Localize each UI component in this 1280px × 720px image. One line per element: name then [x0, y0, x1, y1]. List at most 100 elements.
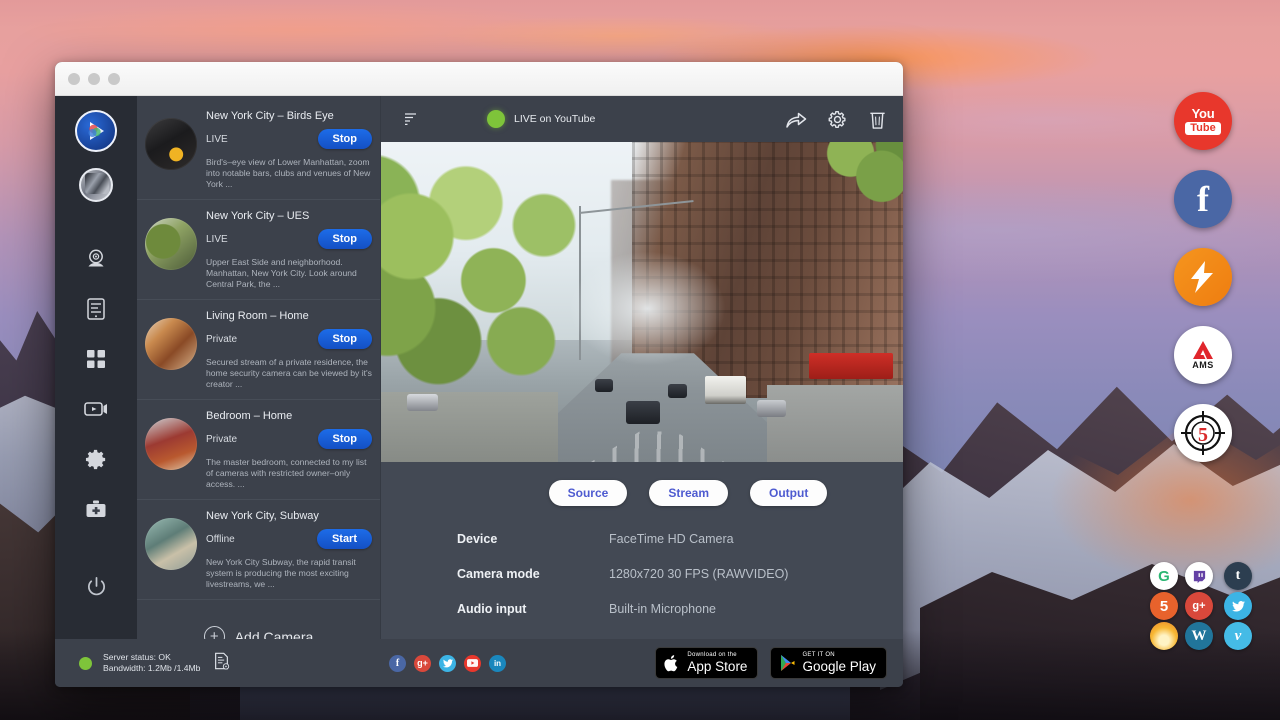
settings-button[interactable] [827, 109, 848, 130]
twitter-bird-icon [443, 659, 453, 668]
youtube-word-tube: Tube [1185, 122, 1220, 135]
camera-toggle-button[interactable]: Stop [318, 329, 372, 349]
desktop-social-tumblr[interactable]: t [1224, 562, 1252, 590]
window-titlebar[interactable] [55, 62, 903, 96]
video-player-icon [83, 399, 109, 419]
desktop-social-cluster: G t 5 g+ W v [1150, 562, 1254, 650]
camera-list-item[interactable]: Bedroom – Home Private Stop The master b… [137, 400, 380, 500]
footer-social-googleplus[interactable]: g+ [414, 655, 431, 672]
footer-social-youtube[interactable] [464, 655, 481, 672]
delete-button[interactable] [868, 109, 887, 130]
desktop-social-googleplus[interactable]: g+ [1185, 592, 1213, 620]
add-camera-button[interactable]: + Add Camera [137, 600, 380, 639]
camera-state: Private [206, 434, 237, 445]
share-arrow-icon [785, 109, 807, 129]
camera-list-item[interactable]: Living Room – Home Private Stop Secured … [137, 300, 380, 400]
device-list-icon [85, 297, 107, 321]
camera-title: New York City, Subway [206, 510, 372, 522]
desktop-icon-red5[interactable]: 5 [1174, 404, 1232, 462]
camera-toggle-button[interactable]: Stop [318, 129, 372, 149]
camera-state: LIVE [206, 134, 228, 145]
footer-social-facebook[interactable]: f [389, 655, 406, 672]
tab-source[interactable]: Source [549, 480, 628, 506]
twitter-bird-icon [1232, 601, 1245, 612]
desktop-icon-column: You Tube f AMS 5 [1172, 92, 1234, 462]
camera-toggle-button[interactable]: Stop [318, 229, 372, 249]
sidebar-item-power[interactable] [73, 563, 119, 609]
desktop-social-g[interactable]: G [1150, 562, 1178, 590]
detail-value[interactable]: 1280x720 30 FPS (RAWVIDEO) [609, 567, 788, 581]
desktop-social-vimeo[interactable]: v [1224, 622, 1252, 650]
video-red-awning [809, 353, 893, 379]
detail-value[interactable]: Built-in Microphone [609, 602, 716, 616]
camera-title: Bedroom – Home [206, 410, 372, 422]
desktop-social-red5[interactable]: 5 [1150, 592, 1178, 620]
camera-description: Bird's–eye view of Lower Manhattan, zoom… [206, 157, 372, 190]
video-haze [569, 251, 726, 366]
tab-stream[interactable]: Stream [649, 480, 728, 506]
sort-filter-icon [403, 111, 419, 127]
sidebar-item-settings[interactable] [73, 436, 119, 482]
detail-tabs: Source Stream Output [381, 462, 903, 506]
desktop-icon-facebook[interactable]: f [1174, 170, 1232, 228]
desktop-social-flickr[interactable] [1150, 622, 1178, 650]
detail-label: Camera mode [457, 567, 609, 581]
footer-social-links: f g+ in [389, 655, 506, 672]
googleplus-glyph: g+ [417, 658, 428, 668]
video-car [668, 384, 687, 398]
google-play-badge[interactable]: GET IT ON Google Play [770, 647, 887, 679]
camera-list-column: New York City – Birds Eye LIVE Stop Bird… [137, 96, 381, 639]
sidebar-item-app-logo[interactable] [75, 110, 117, 152]
desktop-icon-youtube[interactable]: You Tube [1174, 92, 1232, 150]
video-trees-left [381, 148, 590, 423]
video-preview[interactable] [381, 142, 903, 462]
sidebar-item-support[interactable] [73, 486, 119, 532]
detail-value[interactable]: FaceTime HD Camera [609, 532, 734, 546]
desktop-icon-adobe-ams[interactable]: AMS [1174, 326, 1232, 384]
camera-list-item[interactable]: New York City – UES LIVE Stop Upper East… [137, 200, 380, 300]
share-button[interactable] [785, 109, 807, 129]
sort-filter-button[interactable] [397, 111, 425, 127]
sidebar-item-dashboard[interactable] [73, 336, 119, 382]
desktop-social-twitter[interactable] [1224, 592, 1252, 620]
camera-thumbnail [145, 218, 197, 270]
desktop-icon-wowza[interactable] [1174, 248, 1232, 306]
add-camera-label: Add Camera [235, 629, 314, 640]
camera-toggle-button[interactable]: Start [317, 529, 372, 549]
window-footer: Server status: OK Bandwidth: 1.2Mb /1.4M… [55, 639, 903, 687]
ams-label: AMS [1192, 360, 1214, 370]
server-status-label: Server status: OK [103, 652, 200, 663]
app-store-badge[interactable]: Download on the App Store [655, 647, 758, 679]
window-minimize-button[interactable] [88, 73, 100, 85]
footer-social-linkedin[interactable]: in [489, 655, 506, 672]
webcam-icon [84, 247, 108, 271]
sidebar-item-devices[interactable] [73, 286, 119, 332]
video-sidewalk-right [767, 385, 903, 462]
camera-title: New York City – Birds Eye [206, 110, 372, 122]
camera-toggle-button[interactable]: Stop [318, 429, 372, 449]
camera-thumbnail [145, 518, 197, 570]
desktop-social-wordpress[interactable]: W [1185, 622, 1213, 650]
video-car [626, 401, 660, 423]
window-close-button[interactable] [68, 73, 80, 85]
camera-list-item[interactable]: New York City, Subway Offline Start New … [137, 500, 380, 600]
window-maximize-button[interactable] [108, 73, 120, 85]
camera-thumbnail [145, 418, 197, 470]
tab-output[interactable]: Output [750, 480, 827, 506]
youtube-word-you: You [1192, 108, 1215, 120]
wordpress-glyph: W [1192, 628, 1207, 645]
log-button[interactable] [213, 652, 230, 675]
grid-icon [85, 348, 107, 370]
sidebar-item-user-avatar[interactable] [79, 168, 113, 202]
target-five-icon: 5 [1178, 408, 1228, 458]
camera-list-item[interactable]: New York City – Birds Eye LIVE Stop Bird… [137, 100, 380, 200]
sidebar-item-cameras[interactable] [73, 236, 119, 282]
footer-social-twitter[interactable] [439, 655, 456, 672]
play-logo-icon [81, 116, 111, 146]
sidebar-item-player[interactable] [73, 386, 119, 432]
plus-circle-icon: + [204, 626, 225, 639]
app-window: New York City – Birds Eye LIVE Stop Bird… [55, 62, 903, 687]
live-status-dot [487, 110, 505, 128]
adobe-a-icon [1192, 340, 1214, 360]
desktop-social-twitch[interactable] [1185, 562, 1213, 590]
